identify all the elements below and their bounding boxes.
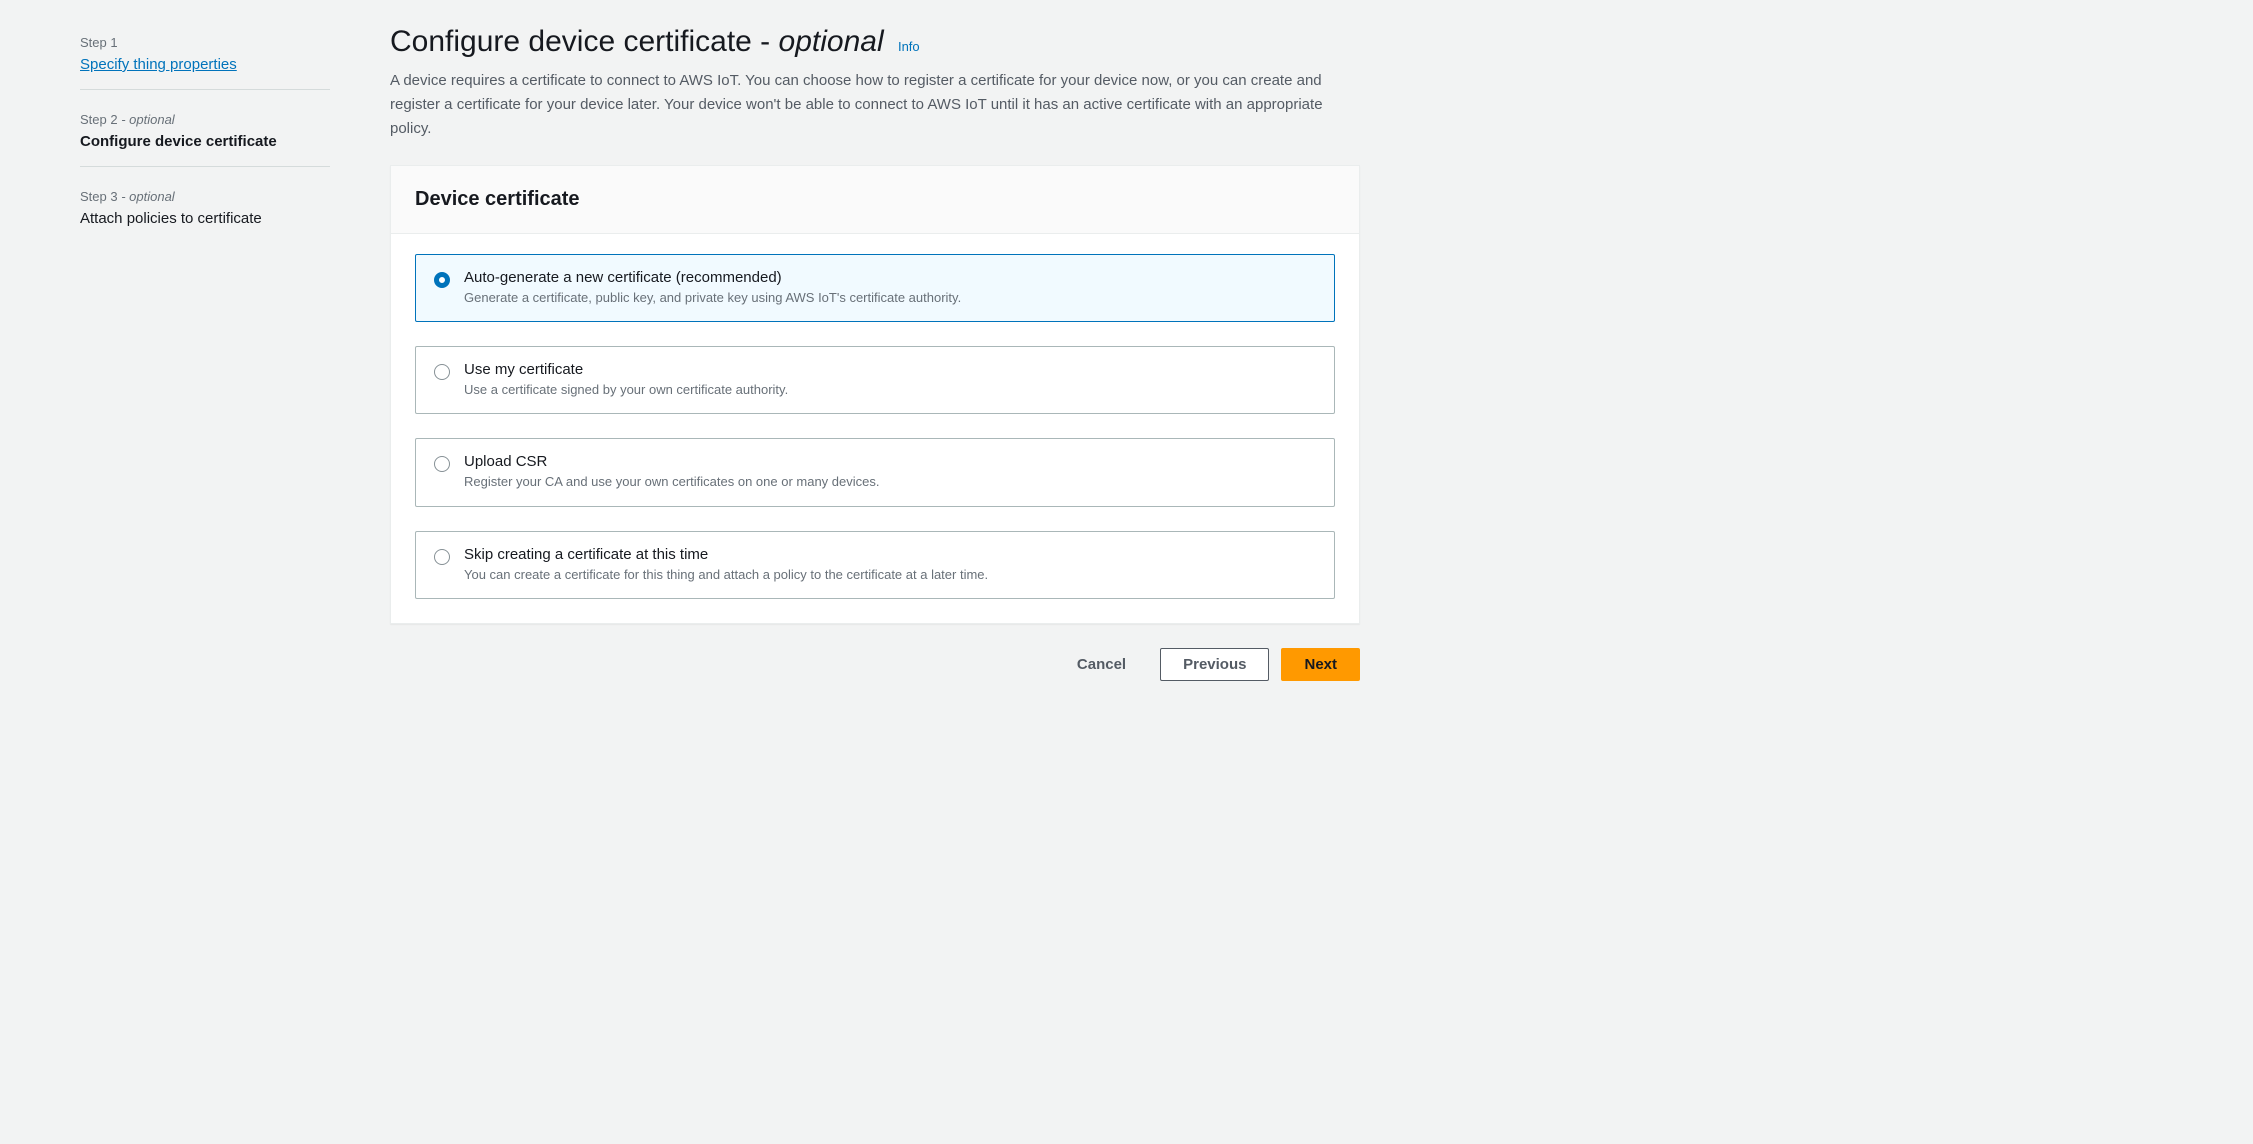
option-desc: Register your CA and use your own certif… — [464, 473, 1316, 491]
main-content: Configure device certificate - optional … — [390, 25, 1360, 681]
option-title: Skip creating a certificate at this time — [464, 546, 1316, 563]
info-link[interactable]: Info — [898, 39, 920, 54]
option-text: Use my certificate Use a certificate sig… — [464, 361, 1316, 399]
page-title-optional: optional — [779, 25, 884, 58]
option-text: Auto-generate a new certificate (recomme… — [464, 269, 1316, 307]
option-text: Upload CSR Register your CA and use your… — [464, 453, 1316, 491]
page-title: Configure device certificate - optional — [390, 25, 892, 58]
option-desc: You can create a certificate for this th… — [464, 566, 1316, 584]
panel-header: Device certificate — [391, 166, 1359, 234]
option-upload-csr[interactable]: Upload CSR Register your CA and use your… — [415, 438, 1335, 506]
next-button[interactable]: Next — [1281, 648, 1360, 681]
step-label: Step 2 - optional — [80, 112, 330, 127]
page-header: Configure device certificate - optional … — [390, 25, 1360, 141]
step-title-current: Configure device certificate — [80, 133, 330, 150]
device-certificate-panel: Device certificate Auto-generate a new c… — [390, 165, 1360, 624]
page-description: A device requires a certificate to conne… — [390, 69, 1360, 141]
wizard-steps-sidebar: Step 1 Specify thing properties Step 2 -… — [80, 25, 330, 681]
radio-icon — [434, 272, 450, 288]
radio-icon — [434, 456, 450, 472]
wizard-step-3: Step 3 - optional Attach policies to cer… — [80, 179, 330, 243]
panel-title: Device certificate — [415, 188, 1335, 211]
step-label: Step 1 — [80, 35, 330, 50]
wizard-step-2: Step 2 - optional Configure device certi… — [80, 102, 330, 167]
option-desc: Use a certificate signed by your own cer… — [464, 381, 1316, 399]
option-desc: Generate a certificate, public key, and … — [464, 289, 1316, 307]
option-skip-certificate[interactable]: Skip creating a certificate at this time… — [415, 531, 1335, 599]
option-use-my-certificate[interactable]: Use my certificate Use a certificate sig… — [415, 346, 1335, 414]
option-title: Auto-generate a new certificate (recomme… — [464, 269, 1316, 286]
wizard-step-1[interactable]: Step 1 Specify thing properties — [80, 25, 330, 90]
page-title-text: Configure device certificate - — [390, 25, 779, 58]
panel-body: Auto-generate a new certificate (recomme… — [391, 234, 1359, 623]
wizard-buttons: Cancel Previous Next — [390, 648, 1360, 681]
cancel-button[interactable]: Cancel — [1055, 649, 1148, 680]
step-title: Attach policies to certificate — [80, 210, 330, 227]
radio-icon — [434, 549, 450, 565]
option-title: Upload CSR — [464, 453, 1316, 470]
radio-icon — [434, 364, 450, 380]
step-title-link[interactable]: Specify thing properties — [80, 56, 330, 73]
option-text: Skip creating a certificate at this time… — [464, 546, 1316, 584]
previous-button[interactable]: Previous — [1160, 648, 1269, 681]
step-label: Step 3 - optional — [80, 189, 330, 204]
option-title: Use my certificate — [464, 361, 1316, 378]
page-container: Step 1 Specify thing properties Step 2 -… — [0, 0, 2253, 721]
option-auto-generate[interactable]: Auto-generate a new certificate (recomme… — [415, 254, 1335, 322]
